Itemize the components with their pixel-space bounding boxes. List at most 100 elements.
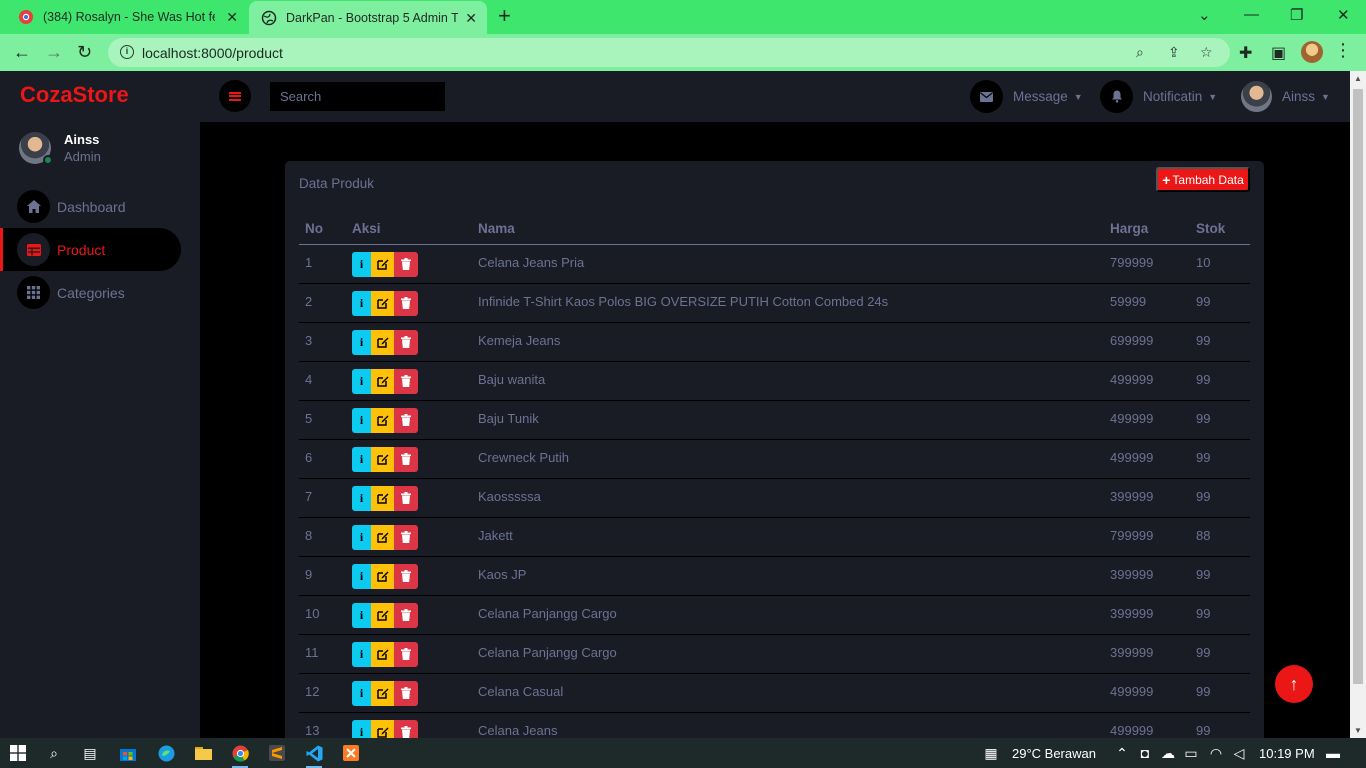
info-button[interactable]: i: [352, 485, 371, 511]
delete-button[interactable]: [394, 290, 418, 316]
weather-icon[interactable]: ▦: [981, 743, 1001, 763]
bookmark-star-icon[interactable]: ☆: [1200, 44, 1213, 61]
close-tab-icon[interactable]: ✕: [465, 10, 477, 27]
info-button[interactable]: i: [352, 251, 371, 277]
reload-icon[interactable]: ↻: [77, 42, 92, 62]
info-button[interactable]: i: [352, 602, 371, 628]
add-data-button[interactable]: + Tambah Data: [1156, 167, 1250, 192]
site-info-icon[interactable]: i: [120, 45, 134, 59]
scroll-up-arrow-icon[interactable]: ▲: [1354, 74, 1362, 83]
edit-button[interactable]: [371, 407, 394, 433]
info-button[interactable]: i: [352, 641, 371, 667]
task-view-icon[interactable]: ▤: [80, 743, 100, 763]
show-hidden-icons-chevron-icon[interactable]: ⌃: [1112, 743, 1132, 763]
chrome-icon[interactable]: [230, 743, 250, 768]
info-button[interactable]: i: [352, 524, 371, 550]
info-button[interactable]: i: [352, 329, 371, 355]
store-icon[interactable]: [118, 743, 138, 763]
xampp-icon[interactable]: [341, 743, 361, 763]
browser-profile-avatar[interactable]: [1301, 41, 1323, 63]
delete-button[interactable]: [394, 680, 418, 706]
new-tab-icon[interactable]: +: [498, 5, 511, 27]
back-icon[interactable]: ←: [13, 42, 31, 62]
meet-now-icon[interactable]: ◘: [1135, 743, 1155, 763]
delete-button[interactable]: [394, 719, 418, 738]
edit-button[interactable]: [371, 329, 394, 355]
delete-button[interactable]: [394, 485, 418, 511]
user-dropdown[interactable]: Ainss ▼: [1241, 80, 1330, 113]
delete-button[interactable]: [394, 329, 418, 355]
edit-button[interactable]: [371, 524, 394, 550]
info-button[interactable]: i: [352, 563, 371, 589]
close-tab-icon[interactable]: ✕: [226, 9, 238, 26]
windows-start-icon[interactable]: [8, 743, 28, 763]
scrollbar-thumb[interactable]: [1353, 89, 1363, 684]
sidebar-toggle-button[interactable]: [219, 80, 251, 112]
onedrive-icon[interactable]: ☁: [1158, 743, 1178, 763]
browser-tab-darkpan[interactable]: DarkPan - Bootstrap 5 Admin Ter ✕: [249, 1, 487, 34]
back-to-top-button[interactable]: ↑: [1275, 665, 1313, 703]
search-input[interactable]: [270, 82, 445, 111]
sidebar-item-categories[interactable]: Categories: [0, 271, 181, 314]
info-button[interactable]: i: [352, 407, 371, 433]
extensions-icon[interactable]: ✚: [1239, 43, 1252, 63]
tab-search-chevron-icon[interactable]: ⌄: [1198, 6, 1211, 24]
edit-button[interactable]: [371, 485, 394, 511]
edit-button[interactable]: [371, 563, 394, 589]
battery-icon[interactable]: ▭: [1181, 743, 1201, 763]
share-icon[interactable]: ⇪: [1168, 44, 1180, 61]
forward-icon[interactable]: →: [45, 42, 63, 62]
product-name: Infinide T-Shirt Kaos Polos BIG OVERSIZE…: [472, 283, 1104, 323]
notification-center-icon[interactable]: ▬: [1323, 743, 1343, 763]
side-panel-icon[interactable]: ▣: [1271, 43, 1286, 63]
info-button[interactable]: i: [352, 719, 371, 738]
product-stock: 99: [1190, 400, 1250, 440]
delete-button[interactable]: [394, 602, 418, 628]
zoom-icon[interactable]: ⌕: [1136, 44, 1144, 61]
address-bar[interactable]: i localhost:8000/product ⌕ ⇪ ☆: [108, 38, 1230, 67]
edit-button[interactable]: [371, 290, 394, 316]
file-explorer-icon[interactable]: [193, 743, 213, 763]
delete-button[interactable]: [394, 641, 418, 667]
sublime-text-icon[interactable]: [267, 743, 287, 763]
message-dropdown[interactable]: Message ▼: [970, 80, 1083, 113]
edit-button[interactable]: [371, 446, 394, 472]
vscode-icon[interactable]: [304, 743, 324, 768]
delete-button[interactable]: [394, 446, 418, 472]
edit-button[interactable]: [371, 251, 394, 277]
edge-icon[interactable]: [156, 743, 176, 763]
info-button[interactable]: i: [352, 446, 371, 472]
info-icon: i: [359, 412, 364, 427]
sidebar-item-dashboard[interactable]: Dashboard: [0, 185, 181, 228]
page-scrollbar[interactable]: ▲ ▼: [1350, 71, 1366, 738]
volume-icon[interactable]: ◁: [1229, 743, 1249, 763]
column-header-no: No: [299, 213, 346, 245]
minimize-icon[interactable]: —: [1244, 6, 1259, 23]
restore-icon[interactable]: ❐: [1290, 6, 1303, 24]
edit-button[interactable]: [371, 680, 394, 706]
delete-button[interactable]: [394, 368, 418, 394]
delete-button[interactable]: [394, 563, 418, 589]
delete-button[interactable]: [394, 524, 418, 550]
delete-button[interactable]: [394, 407, 418, 433]
browser-menu-icon[interactable]: ⋮: [1334, 40, 1352, 61]
notification-dropdown[interactable]: Notificatin ▼: [1100, 80, 1217, 113]
info-button[interactable]: i: [352, 368, 371, 394]
edit-button[interactable]: [371, 719, 394, 738]
edit-button[interactable]: [371, 602, 394, 628]
edit-button[interactable]: [371, 641, 394, 667]
close-window-icon[interactable]: ✕: [1337, 6, 1350, 24]
wifi-icon[interactable]: ◠: [1206, 743, 1226, 763]
weather-text[interactable]: 29°C Berawan: [1012, 746, 1096, 761]
avatar: [1241, 81, 1272, 112]
clock-text[interactable]: 10:19 PM: [1259, 746, 1315, 761]
browser-tab-youtube[interactable]: (384) Rosalyn - She Was Hot feat ✕: [0, 0, 248, 34]
scroll-down-arrow-icon[interactable]: ▼: [1354, 726, 1362, 735]
info-button[interactable]: i: [352, 680, 371, 706]
sidebar-item-product[interactable]: Product: [0, 228, 181, 271]
info-button[interactable]: i: [352, 290, 371, 316]
edit-button[interactable]: [371, 368, 394, 394]
brand-logo[interactable]: CozaStore: [20, 82, 129, 108]
search-icon[interactable]: ⌕: [44, 743, 64, 763]
delete-button[interactable]: [394, 251, 418, 277]
